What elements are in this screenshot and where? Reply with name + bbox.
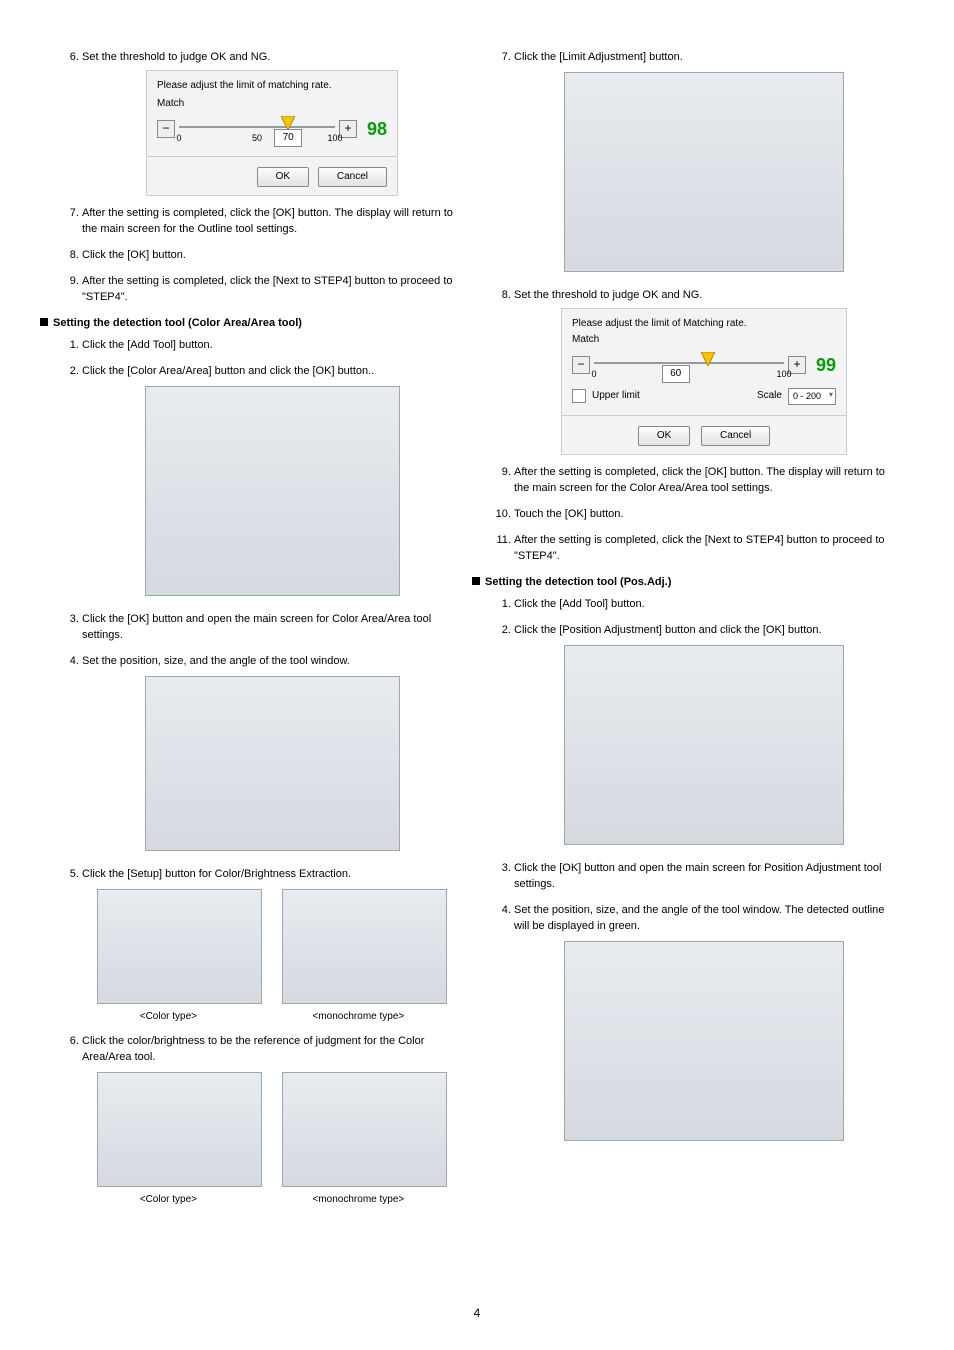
cancel-button-r[interactable]: Cancel <box>701 426 770 447</box>
caption-mono-type-2: <monochrome type> <box>313 1193 405 1208</box>
left-step-6: Set the threshold to judge OK and NG. Pl… <box>82 50 462 196</box>
match-current-value: 98 <box>367 116 387 142</box>
limit-match-label: Match <box>157 97 387 112</box>
slider-value-box: 70 <box>274 129 302 147</box>
color-step-1: Click the [Add Tool] button. <box>82 338 462 354</box>
caption-color-type-2: <Color type> <box>140 1193 197 1208</box>
right-step-8-text: Set the threshold to judge OK and NG. <box>514 289 702 301</box>
right-column: Click the [Limit Adjustment] button. Set… <box>492 50 894 1217</box>
minus-button[interactable]: − <box>157 120 175 138</box>
color-step-5-text: Click the [Setup] button for Color/Brigh… <box>82 868 351 880</box>
cancel-button[interactable]: Cancel <box>318 167 387 188</box>
ok-button[interactable]: OK <box>257 167 309 188</box>
color-step-6-text: Click the color/brightness to be the ref… <box>82 1035 424 1063</box>
upper-limit-checkbox[interactable] <box>572 389 586 403</box>
reference-screenshot-mono <box>282 1072 447 1187</box>
color-step-2-text: Click the [Color Area/Area] button and c… <box>82 365 374 377</box>
caption-mono-type-1: <monochrome type> <box>313 1010 405 1025</box>
tick-max: 100 <box>327 132 342 145</box>
left-column: Set the threshold to judge OK and NG. Pl… <box>60 50 462 1217</box>
tick-max-r: 100 <box>776 368 791 381</box>
match-slider[interactable]: 70 0 50 100 <box>179 112 335 146</box>
pos-step-3: Click the [OK] button and open the main … <box>514 861 894 893</box>
square-bullet-icon <box>40 318 48 326</box>
limit-adjust-box-right: Please adjust the limit of Matching rate… <box>561 308 847 456</box>
page-number: 4 <box>60 1286 894 1320</box>
limit-match-label-r: Match <box>572 333 836 348</box>
heading-color-area: Setting the detection tool (Color Area/A… <box>40 316 462 332</box>
scale-select[interactable]: 0 - 200 <box>788 388 836 405</box>
color-step-5: Click the [Setup] button for Color/Brigh… <box>82 867 462 1024</box>
tick-mid: 50 <box>252 132 262 145</box>
slider-handle-icon <box>281 116 295 130</box>
pos-adj-settings-screenshot <box>564 941 844 1141</box>
heading-pos-adj: Setting the detection tool (Pos.Adj.) <box>472 575 894 591</box>
match-current-value-r: 99 <box>816 352 836 378</box>
color-step-6: Click the color/brightness to be the ref… <box>82 1034 462 1207</box>
pos-step-1: Click the [Add Tool] button. <box>514 597 894 613</box>
ok-button-r[interactable]: OK <box>638 426 690 447</box>
color-step-4-text: Set the position, size, and the angle of… <box>82 655 350 667</box>
color-step-2: Click the [Color Area/Area] button and c… <box>82 364 462 602</box>
pos-step-2: Click the [Position Adjustment] button a… <box>514 623 894 851</box>
color-extraction-screenshot-mono <box>282 889 447 1004</box>
left-step-8: Click the [OK] button. <box>82 248 462 264</box>
right-step-10: Touch the [OK] button. <box>514 507 894 523</box>
pos-step-2-text: Click the [Position Adjustment] button a… <box>514 624 822 636</box>
slider-handle-icon <box>701 352 715 366</box>
tick-min: 0 <box>176 132 181 145</box>
upper-limit-label: Upper limit <box>592 389 751 404</box>
color-extraction-screenshot-color <box>97 889 262 1004</box>
color-step-3: Click the [OK] button and open the main … <box>82 612 462 644</box>
tick-min-r: 0 <box>591 368 596 381</box>
limit-title-r: Please adjust the limit of Matching rate… <box>572 317 836 332</box>
right-step-7: Click the [Limit Adjustment] button. <box>514 50 894 278</box>
tool-settings-screenshot-1 <box>145 676 400 851</box>
scale-label: Scale <box>757 389 782 404</box>
square-bullet-icon <box>472 577 480 585</box>
minus-button-r[interactable]: − <box>572 356 590 374</box>
limit-adjustment-screenshot <box>564 72 844 272</box>
heading-pos-adj-text: Setting the detection tool (Pos.Adj.) <box>485 576 671 588</box>
left-step-9: After the setting is completed, click th… <box>82 274 462 306</box>
add-tool-dialog-screenshot <box>145 386 400 596</box>
left-step-7: After the setting is completed, click th… <box>82 206 462 238</box>
pos-step-4: Set the position, size, and the angle of… <box>514 903 894 1147</box>
heading-color-area-text: Setting the detection tool (Color Area/A… <box>53 317 302 329</box>
right-step-9: After the setting is completed, click th… <box>514 465 894 497</box>
color-step-4: Set the position, size, and the angle of… <box>82 654 462 857</box>
reference-screenshot-color <box>97 1072 262 1187</box>
match-slider-r[interactable]: 60 0 100 <box>594 348 784 382</box>
caption-color-type-1: <Color type> <box>140 1010 197 1025</box>
pos-adj-dialog-screenshot <box>564 645 844 845</box>
limit-adjust-box-left: Please adjust the limit of matching rate… <box>146 70 398 197</box>
right-step-11: After the setting is completed, click th… <box>514 533 894 565</box>
pos-step-4-text: Set the position, size, and the angle of… <box>514 904 884 932</box>
slider-value-box-r: 60 <box>662 365 690 383</box>
right-step-7-text: Click the [Limit Adjustment] button. <box>514 51 683 63</box>
right-step-8: Set the threshold to judge OK and NG. Pl… <box>514 288 894 455</box>
left-step-6-text: Set the threshold to judge OK and NG. <box>82 51 270 63</box>
limit-title: Please adjust the limit of matching rate… <box>157 79 387 94</box>
